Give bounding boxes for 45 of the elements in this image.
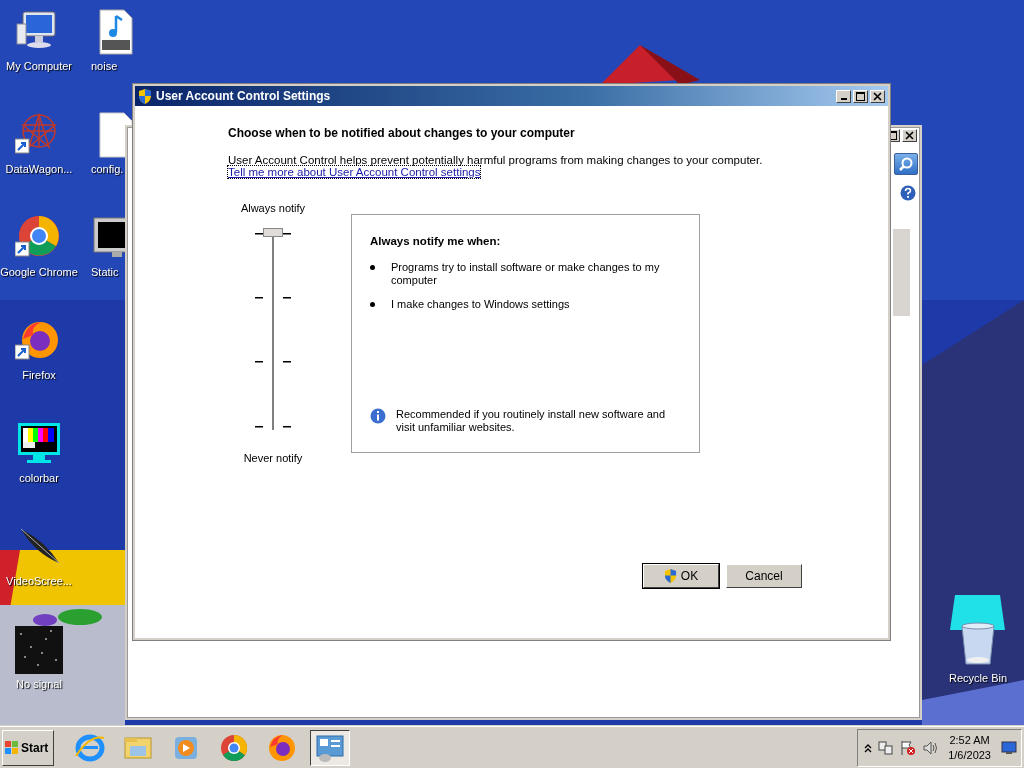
dialog-button[interactable]: Cancel <box>726 564 802 588</box>
desktop-icon-label[interactable]: DataWagon... <box>5 163 73 175</box>
network-icon[interactable] <box>878 739 895 756</box>
desktop-icon-label[interactable]: config. <box>91 163 124 175</box>
clock-time[interactable]: 2:52 AM <box>949 732 990 748</box>
chevron-icon[interactable] <box>864 742 873 753</box>
dialog-button[interactable]: OK <box>643 564 719 588</box>
minimize-button[interactable] <box>836 89 851 103</box>
desktop-icon-label[interactable]: Google Chrome <box>0 266 78 278</box>
heading: Choose when to be notified about changes to your computer <box>228 126 576 140</box>
help-link[interactable]: Tell me more about User Account Control settings <box>228 166 481 178</box>
desktop-icon-label[interactable]: noise <box>91 60 118 72</box>
bullet-text: Programs try to install software or make changes to my computer <box>391 261 661 287</box>
windows-logo <box>5 740 19 755</box>
bullet-icon <box>370 265 375 270</box>
clock-date[interactable]: 1/6/2023 <box>948 747 991 763</box>
bullet-icon <box>370 302 375 307</box>
maximize-button[interactable] <box>853 89 868 103</box>
slider-thumb[interactable] <box>263 228 283 237</box>
trash-can-icon[interactable] <box>958 620 998 668</box>
slider-top-label: Always notify <box>240 202 306 214</box>
slider-bottom-label: Never notify <box>243 452 303 464</box>
recommendation-text: Recommended if you routinely install new software and visit unfamiliar websites. <box>396 408 667 434</box>
show-desktop-icon[interactable] <box>1001 740 1017 755</box>
window-title: User Account Control Settings <box>156 89 332 103</box>
shield-icon <box>663 569 677 583</box>
desktop-icon-label[interactable]: Recycle Bin <box>948 672 1008 684</box>
speaker-icon[interactable] <box>922 739 939 756</box>
desktop-icon-label[interactable]: My Computer <box>6 60 72 72</box>
description: User Account Control helps prevent potentially harmful programs from making changes to your computer. <box>228 154 764 166</box>
desktop-icon-label[interactable]: colorbar <box>19 472 59 484</box>
help-icon[interactable] <box>900 185 916 201</box>
search-button[interactable] <box>894 153 918 175</box>
control-panel-icon[interactable] <box>310 729 350 766</box>
flag-icon[interactable] <box>900 739 917 756</box>
info-title: Always notify me when: <box>370 235 502 247</box>
desktop-icon-label[interactable]: Static <box>91 266 119 278</box>
close-button[interactable] <box>870 89 885 103</box>
bullet-text: I make changes to Windows settings <box>391 298 571 311</box>
close-button[interactable] <box>902 129 917 142</box>
info-icon <box>370 408 386 424</box>
desktop-icon-label[interactable]: Firefox <box>22 369 56 381</box>
start-button[interactable]: Start <box>2 729 54 766</box>
shield-icon <box>138 88 152 104</box>
minimize-icon <box>840 97 847 100</box>
